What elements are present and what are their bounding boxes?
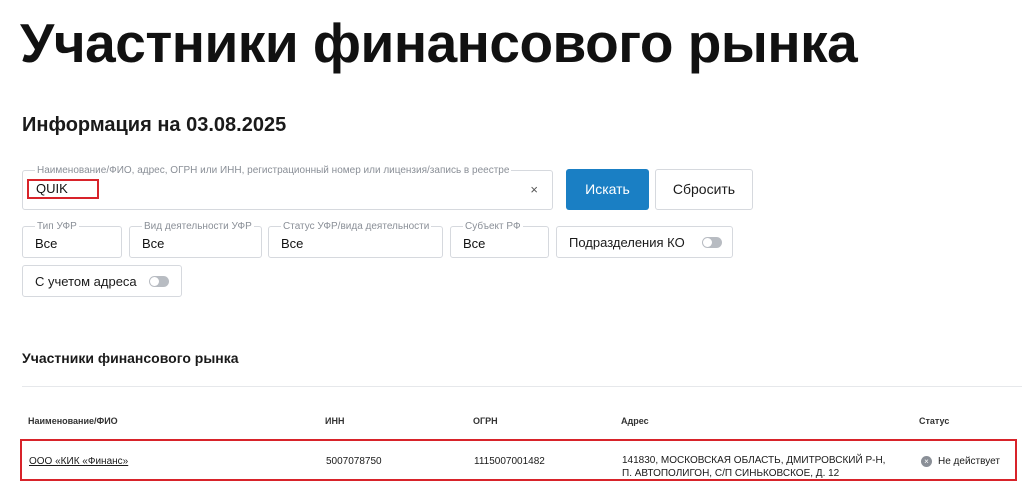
search-input[interactable]: QUIK <box>27 179 99 199</box>
search-field[interactable]: Наименование/ФИО, адрес, ОГРН или ИНН, р… <box>22 164 553 210</box>
column-header-address: Адрес <box>621 416 649 426</box>
with-address-label: С учетом адреса <box>35 274 137 289</box>
column-header-status: Статус <box>919 416 950 426</box>
participant-address: 141830, Московская область, Дмитровский … <box>622 454 885 480</box>
info-date: Информация на 03.08.2025 <box>22 114 287 136</box>
column-header-name: Наименование/ФИО <box>28 416 118 426</box>
participant-status: Не действует <box>938 456 1000 467</box>
page-title: Участники финансового рынка <box>20 12 858 74</box>
results-section-title: Участники финансового рынка <box>22 350 239 366</box>
close-circle-icon: × <box>921 456 932 467</box>
participant-address-line2: п. Автополигон, с/п Синьковское, д. 12 <box>622 468 840 479</box>
filter-type-value: Все <box>35 236 58 251</box>
filter-kind-value: Все <box>142 236 165 251</box>
column-header-ogrn: ОГРН <box>473 416 498 426</box>
ko-divisions-label: Подразделения КО <box>569 235 685 250</box>
search-button[interactable]: Искать <box>566 169 649 210</box>
filter-type-select[interactable]: Тип УФР Все <box>22 220 122 258</box>
filter-kind-label: Вид деятельности УФР <box>142 220 254 233</box>
clear-icon[interactable]: × <box>530 183 538 197</box>
with-address-switch[interactable] <box>149 276 169 287</box>
divider <box>22 386 1022 387</box>
filter-subject-value: Все <box>463 236 486 251</box>
filter-status-value: Все <box>281 236 304 251</box>
column-header-inn: ИНН <box>325 416 345 426</box>
filter-subject-select[interactable]: Субъект РФ Все <box>450 220 549 258</box>
filter-status-select[interactable]: Статус УФР/вида деятельности Все <box>268 220 443 258</box>
participant-inn: 5007078750 <box>326 456 382 467</box>
ko-divisions-switch[interactable] <box>702 237 722 248</box>
ko-divisions-toggle[interactable]: Подразделения КО <box>556 226 733 258</box>
table-row: ООО «КИК «Финанс» 5007078750 11150070014… <box>20 439 1017 481</box>
filter-subject-label: Субъект РФ <box>463 220 523 233</box>
filter-status-label: Статус УФР/вида деятельности <box>281 220 432 233</box>
participant-ogrn: 1115007001482 <box>474 456 545 467</box>
search-field-label: Наименование/ФИО, адрес, ОГРН или ИНН, р… <box>35 164 512 177</box>
filter-kind-select[interactable]: Вид деятельности УФР Все <box>129 220 262 258</box>
filter-type-label: Тип УФР <box>35 220 79 233</box>
reset-button[interactable]: Сбросить <box>655 169 753 210</box>
participant-address-line1: 141830, Московская область, Дмитровский … <box>622 455 886 466</box>
with-address-toggle[interactable]: С учетом адреса <box>22 265 182 297</box>
participant-name-link[interactable]: ООО «КИК «Финанс» <box>29 456 128 468</box>
